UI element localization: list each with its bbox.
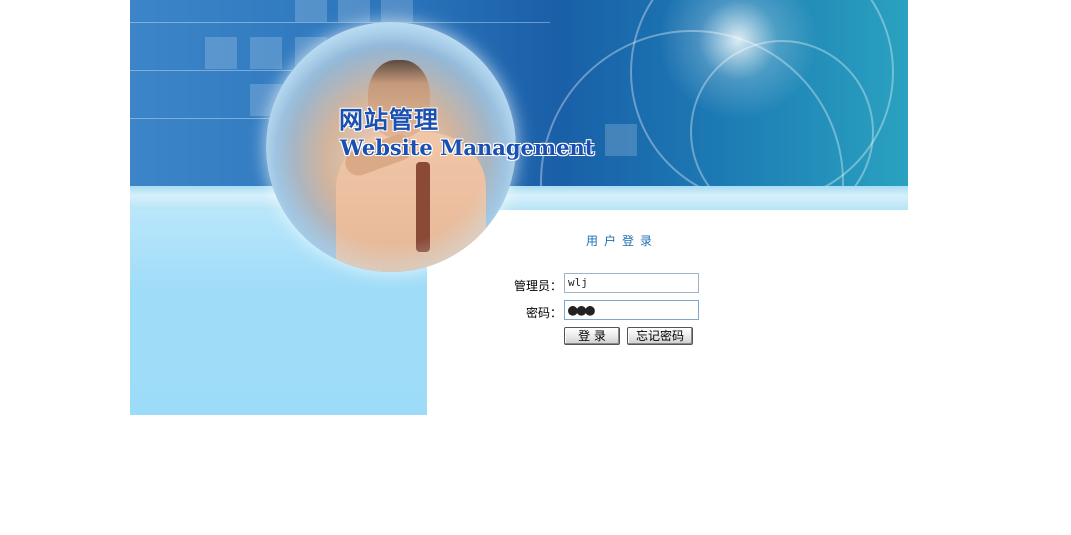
login-button[interactable]: 登 录	[564, 327, 620, 345]
password-input[interactable]	[564, 300, 699, 320]
username-label: 管理员：	[513, 279, 562, 293]
banner-tile	[381, 0, 413, 22]
brand-title-en: Website Management	[340, 135, 595, 160]
password-label: 密码：	[525, 306, 562, 320]
banner-tile	[295, 0, 327, 22]
login-page: 网站管理 Website Management 用户登录 管理员： 密码： 登 …	[0, 0, 1071, 535]
forgot-password-button[interactable]: 忘记密码	[627, 327, 693, 345]
banner-tile	[250, 37, 282, 69]
banner-tile	[338, 0, 370, 22]
username-input[interactable]	[564, 273, 699, 293]
login-title: 用户登录	[586, 234, 659, 248]
banner-tile	[205, 37, 237, 69]
banner-stripe	[130, 186, 908, 210]
banner-line	[130, 22, 550, 23]
header-banner	[130, 0, 908, 210]
brand-title-cn: 网站管理	[339, 106, 439, 134]
